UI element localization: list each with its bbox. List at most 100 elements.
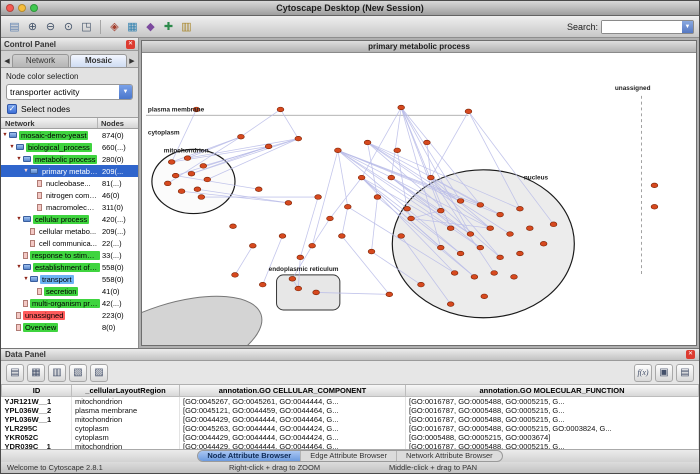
tree-row[interactable]: ▼primary metabo...209(... — [1, 165, 138, 177]
tab-scroll-left-icon[interactable]: ◀ — [3, 57, 11, 67]
data-panel-close-icon[interactable]: ✕ — [686, 350, 695, 359]
minimize-window-button[interactable] — [18, 4, 26, 12]
attribute-batch-icon[interactable]: ▥ — [48, 364, 66, 382]
network-node[interactable] — [232, 273, 239, 278]
expand-arrow-icon[interactable]: ▼ — [1, 132, 9, 138]
vizmapper-icon[interactable]: ◆ — [142, 18, 159, 35]
network-node[interactable] — [651, 183, 658, 188]
network-node[interactable] — [164, 181, 171, 186]
network-node[interactable] — [200, 164, 207, 169]
network-node[interactable] — [230, 224, 237, 229]
network-node[interactable] — [259, 282, 266, 287]
network-node[interactable] — [491, 271, 498, 276]
network-node[interactable] — [198, 195, 205, 200]
network-overview-icon[interactable]: ◈ — [106, 18, 123, 35]
tree-row[interactable]: ▼establishment of lo...558(0) — [1, 261, 138, 273]
network-node[interactable] — [168, 160, 175, 165]
table-row[interactable]: YLR295Ccytoplasm[GO:0045263, GO:0044444,… — [2, 424, 699, 433]
network-node[interactable] — [507, 232, 514, 237]
network-node[interactable] — [327, 216, 334, 221]
tree-row[interactable]: unassigned223(0) — [1, 309, 138, 321]
network-node[interactable] — [204, 177, 211, 182]
attribute-select-icon[interactable]: ▤ — [6, 364, 24, 382]
network-node[interactable] — [517, 251, 524, 256]
network-node[interactable] — [194, 187, 201, 192]
network-node[interactable] — [408, 216, 415, 221]
network-node[interactable] — [255, 187, 262, 192]
network-node[interactable] — [511, 275, 518, 280]
network-node[interactable] — [424, 140, 431, 145]
tab-edge-attribute-browser[interactable]: Edge Attribute Browser — [301, 451, 397, 461]
zoom-in-icon[interactable]: ⊕ — [24, 18, 41, 35]
matrix-icon[interactable]: ▧ — [69, 364, 87, 382]
expand-arrow-icon[interactable]: ▼ — [15, 216, 23, 222]
expand-arrow-icon[interactable]: ▼ — [15, 264, 23, 270]
network-node[interactable] — [188, 171, 195, 176]
network-node[interactable] — [457, 251, 464, 256]
tree-row[interactable]: nucleobase...81(...) — [1, 177, 138, 189]
network-node[interactable] — [437, 245, 444, 250]
network-node[interactable] — [358, 175, 365, 180]
zoom-fit-icon[interactable]: ◳ — [78, 18, 95, 35]
expand-arrow-icon[interactable]: ▼ — [8, 144, 16, 150]
attribute-column-header[interactable]: annotation.GO MOLECULAR_FUNCTION — [406, 385, 699, 397]
network-node[interactable] — [465, 109, 472, 114]
network-node[interactable] — [437, 208, 444, 213]
network-node[interactable] — [315, 195, 322, 200]
network-node[interactable] — [368, 249, 375, 254]
network-node[interactable] — [487, 226, 494, 231]
network-node[interactable] — [394, 148, 401, 153]
network-node[interactable] — [398, 234, 405, 239]
network-node[interactable] — [238, 134, 245, 139]
network-node[interactable] — [184, 156, 191, 161]
network-node[interactable] — [295, 286, 302, 291]
network-node[interactable] — [497, 212, 504, 217]
network-node[interactable] — [457, 199, 464, 204]
network-node[interactable] — [364, 140, 371, 145]
node-color-dropdown[interactable]: transporter activity ▼ — [6, 84, 133, 100]
close-window-button[interactable] — [6, 4, 14, 12]
network-node[interactable] — [277, 107, 284, 112]
import-attributes-icon[interactable]: ▣ — [655, 364, 673, 382]
network-graph[interactable]: plasma membranecytoplasmmitochondrionnuc… — [142, 53, 696, 345]
tree-row[interactable]: ▼mosaic-demo-yeast874(0) — [1, 129, 138, 141]
delete-attribute-icon[interactable]: ▨ — [90, 364, 108, 382]
network-node[interactable] — [467, 232, 474, 237]
expand-arrow-icon[interactable]: ▼ — [22, 168, 30, 174]
network-node[interactable] — [451, 271, 458, 276]
tree-row[interactable]: secretion41(0) — [1, 285, 138, 297]
tab-scroll-right-icon[interactable]: ▶ — [128, 57, 136, 67]
tree-row[interactable]: multi-organism pro...42(...) — [1, 297, 138, 309]
network-node[interactable] — [517, 206, 524, 211]
network-node[interactable] — [477, 203, 484, 208]
zoom-window-button[interactable] — [30, 4, 38, 12]
network-node[interactable] — [265, 144, 272, 149]
network-node[interactable] — [447, 226, 454, 231]
network-node[interactable] — [313, 290, 320, 295]
network-node[interactable] — [388, 175, 395, 180]
network-node[interactable] — [309, 243, 316, 248]
network-node[interactable] — [338, 234, 345, 239]
panel-close-icon[interactable]: ✕ — [126, 40, 135, 49]
network-node[interactable] — [428, 175, 435, 180]
attribute-column-header[interactable]: annotation.GO CELLULAR_COMPONENT — [180, 385, 406, 397]
tree-row[interactable]: response to stimul...33(...) — [1, 249, 138, 261]
network-node[interactable] — [398, 105, 405, 110]
network-node[interactable] — [526, 226, 533, 231]
network-node[interactable] — [374, 195, 381, 200]
network-node[interactable] — [497, 255, 504, 260]
expand-arrow-icon[interactable]: ▼ — [22, 276, 30, 282]
network-node[interactable] — [447, 302, 454, 307]
zoom-out-icon[interactable]: ⊖ — [42, 18, 59, 35]
browse-folder-icon[interactable]: ▤ — [676, 364, 694, 382]
network-node[interactable] — [297, 255, 304, 260]
network-node[interactable] — [550, 222, 557, 227]
attribute-column-header[interactable]: _cellularLayoutRegion — [72, 385, 180, 397]
table-row[interactable]: YPL036W__1mitochondrion[GO:0044429, GO:0… — [2, 415, 699, 424]
tree-row[interactable]: nitrogen compo...46(0) — [1, 189, 138, 201]
search-dropdown-icon[interactable]: ▼ — [682, 21, 693, 33]
function-builder-icon[interactable]: f(x) — [634, 364, 652, 382]
expand-arrow-icon[interactable]: ▼ — [15, 156, 23, 162]
attribute-column-header[interactable]: ID — [2, 385, 72, 397]
tree-row[interactable]: Overview8(0) — [1, 321, 138, 333]
